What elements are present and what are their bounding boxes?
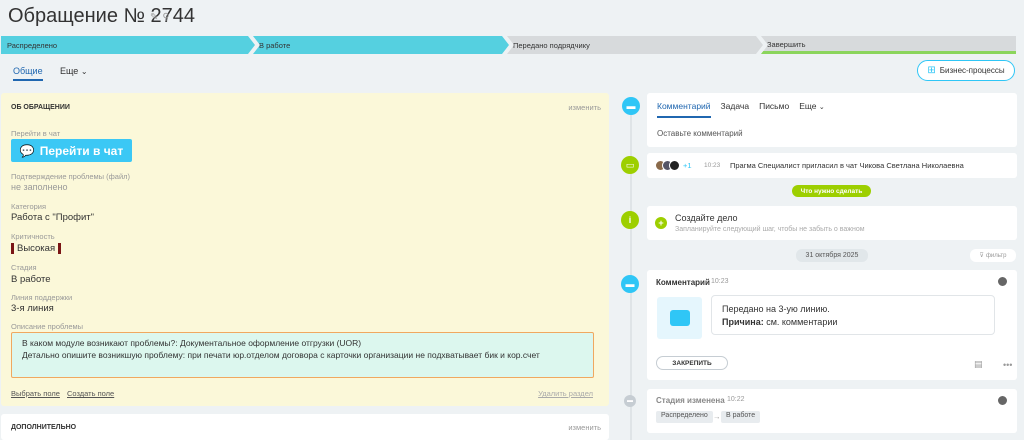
avatar [669,160,680,171]
editor-tab-task[interactable]: Задача [721,101,750,118]
filter-button[interactable]: ⊽ фильтр [970,249,1016,262]
chat-icon: 💬 [19,143,35,158]
comment-time: 10:23 [711,278,729,285]
chevron-down-icon: ⌄ [80,67,88,76]
priority-left-mark [11,243,14,254]
todo-card[interactable]: + Создайте дело Запланируйте следующий ш… [647,206,1017,240]
priority-label: Критичность [11,232,55,241]
about-edit-link[interactable]: изменить [568,103,601,112]
entity-tabs: Общие Еще ⌄ [0,62,600,84]
participants-count: +1 [683,161,692,170]
confirmation-value[interactable]: не заполнено [11,182,68,192]
editor-tabs: Комментарий Задача Письмо Еще ⌄ [657,101,825,118]
tab-more-label: Еще [60,66,79,76]
chat-event-time: 10:23 [704,162,721,169]
stage-change-time: 10:22 [727,396,745,403]
description-box[interactable]: В каком модуле возникают проблемы?: Доку… [11,332,594,378]
extra-card: ДОПОЛНИТЕЛЬНО изменить [1,414,609,440]
stage-from-chip: Распределено [656,411,713,423]
arrow-right-icon: → [713,412,721,421]
editor-tab-comment[interactable]: Комментарий [657,101,711,118]
business-processes-label: Бизнес-процессы [939,66,1005,75]
chat-field-label: Перейти в чат [11,129,61,138]
chat-event: +1 10:23 Прагма Специалист пригласил в ч… [647,153,1017,178]
timeline-line [630,104,632,440]
filter-icon: ⊽ [979,253,984,259]
editor-tab-more-label: Еще [799,101,817,111]
comment-file-icon [657,297,702,339]
chevron-down-icon: ⌄ [818,104,825,111]
todo-title: Создайте дело [675,213,738,223]
stage-value[interactable]: В работе [11,274,51,285]
business-processes-button[interactable]: ⊞ Бизнес-процессы [917,60,1015,81]
note-icon[interactable]: ▤ [974,359,983,370]
go-to-chat-label: Перейти в чат [39,143,124,158]
support-line-label: Линия поддержки [11,293,73,302]
comment-editor-icon: ▬ [622,97,640,115]
description-line-1: В каком модуле возникают проблемы?: Доку… [22,338,362,348]
priority-value-wrap[interactable]: Высокая [11,243,64,254]
editor-tab-email[interactable]: Письмо [759,101,789,118]
comment-line-1: Передано на 3-ую линию. [722,304,830,314]
go-to-chat-button[interactable]: 💬 Перейти в чат [11,139,132,162]
category-value[interactable]: Работа с "Профит" [11,212,94,223]
confirmation-label: Подтверждение проблемы (файл) [11,172,131,181]
info-icon: i [621,211,639,229]
tab-more[interactable]: Еще ⌄ [60,66,88,76]
tab-general[interactable]: Общие [13,66,43,81]
delete-section-link[interactable]: Удалить раздел [538,389,593,398]
editor-tab-more[interactable]: Еще ⌄ [799,101,825,118]
select-field-link[interactable]: Выбрать поле [11,389,60,398]
comment-reason-text: см. комментарии [763,317,838,328]
date-separator: 31 октября 2025 [796,249,868,262]
stage-label: Стадия [11,263,37,272]
stage-contractor[interactable]: Передано подрядчику [507,36,763,54]
comment-icon: ▬ [621,275,639,293]
paperclip-icon[interactable]: ⚲ [162,12,169,23]
about-card: ОБ ОБРАЩЕНИИ изменить Перейти в чат 💬 Пе… [1,93,609,406]
create-field-link[interactable]: Создать поле [67,389,114,398]
extra-edit-link[interactable]: изменить [568,423,601,432]
todo-section-pill: Что нужно сделать [792,185,871,197]
author-avatar[interactable] [997,276,1008,287]
stage-complete[interactable]: Завершить [761,36,1016,54]
business-process-icon: ⊞ [927,65,936,76]
chat-event-icon: ▭ [621,156,639,174]
extra-section-title: ДОПОЛНИТЕЛЬНО [11,424,77,431]
description-line-2: Детально опишите возникшую проблему: при… [22,349,540,360]
todo-subtitle: Запланируйте следующий шаг, чтобы не заб… [675,226,865,233]
priority-value: Высокая [17,243,56,255]
comment-title: Комментарий [656,278,710,287]
stage-in-progress[interactable]: В работе [253,36,509,54]
comment-line-2: Причина: см. комментарии [722,316,984,329]
description-label: Описание проблемы [11,322,84,331]
stage-distributed[interactable]: Распределено [1,36,255,54]
stage-bar: Распределено В работе Передано подрядчик… [0,36,1024,54]
pin-button[interactable]: ЗАКРЕПИТЬ [656,356,728,370]
more-icon[interactable]: ••• [1003,360,1012,370]
pencil-icon[interactable]: ✎ [150,12,158,23]
priority-right-mark [58,243,62,254]
title-icons: ✎ ⚲ [150,12,170,23]
stage-change-title: Стадия изменена [656,396,725,405]
category-label: Категория [11,202,47,211]
comment-bubble: Передано на 3-ую линию. Причина: см. ком… [711,295,995,335]
stage-change-icon: ▬ [624,395,636,407]
chat-event-text: Прагма Специалист пригласил в чат Чикова… [730,161,964,170]
comment-reason-label: Причина: [722,317,764,328]
header: Обращение № 2744 ✎ ⚲ [0,0,1024,34]
plus-icon[interactable]: + [655,217,667,229]
author-avatar[interactable] [997,395,1008,406]
support-line-value[interactable]: 3-я линия [11,303,54,314]
comment-editor: Комментарий Задача Письмо Еще ⌄ Оставьте… [647,93,1017,147]
filter-label: фильтр [985,252,1007,259]
stage-to-chip: В работе [721,411,761,423]
about-section-title: ОБ ОБРАЩЕНИИ [11,104,70,111]
comment-input[interactable]: Оставьте комментарий [657,129,743,138]
